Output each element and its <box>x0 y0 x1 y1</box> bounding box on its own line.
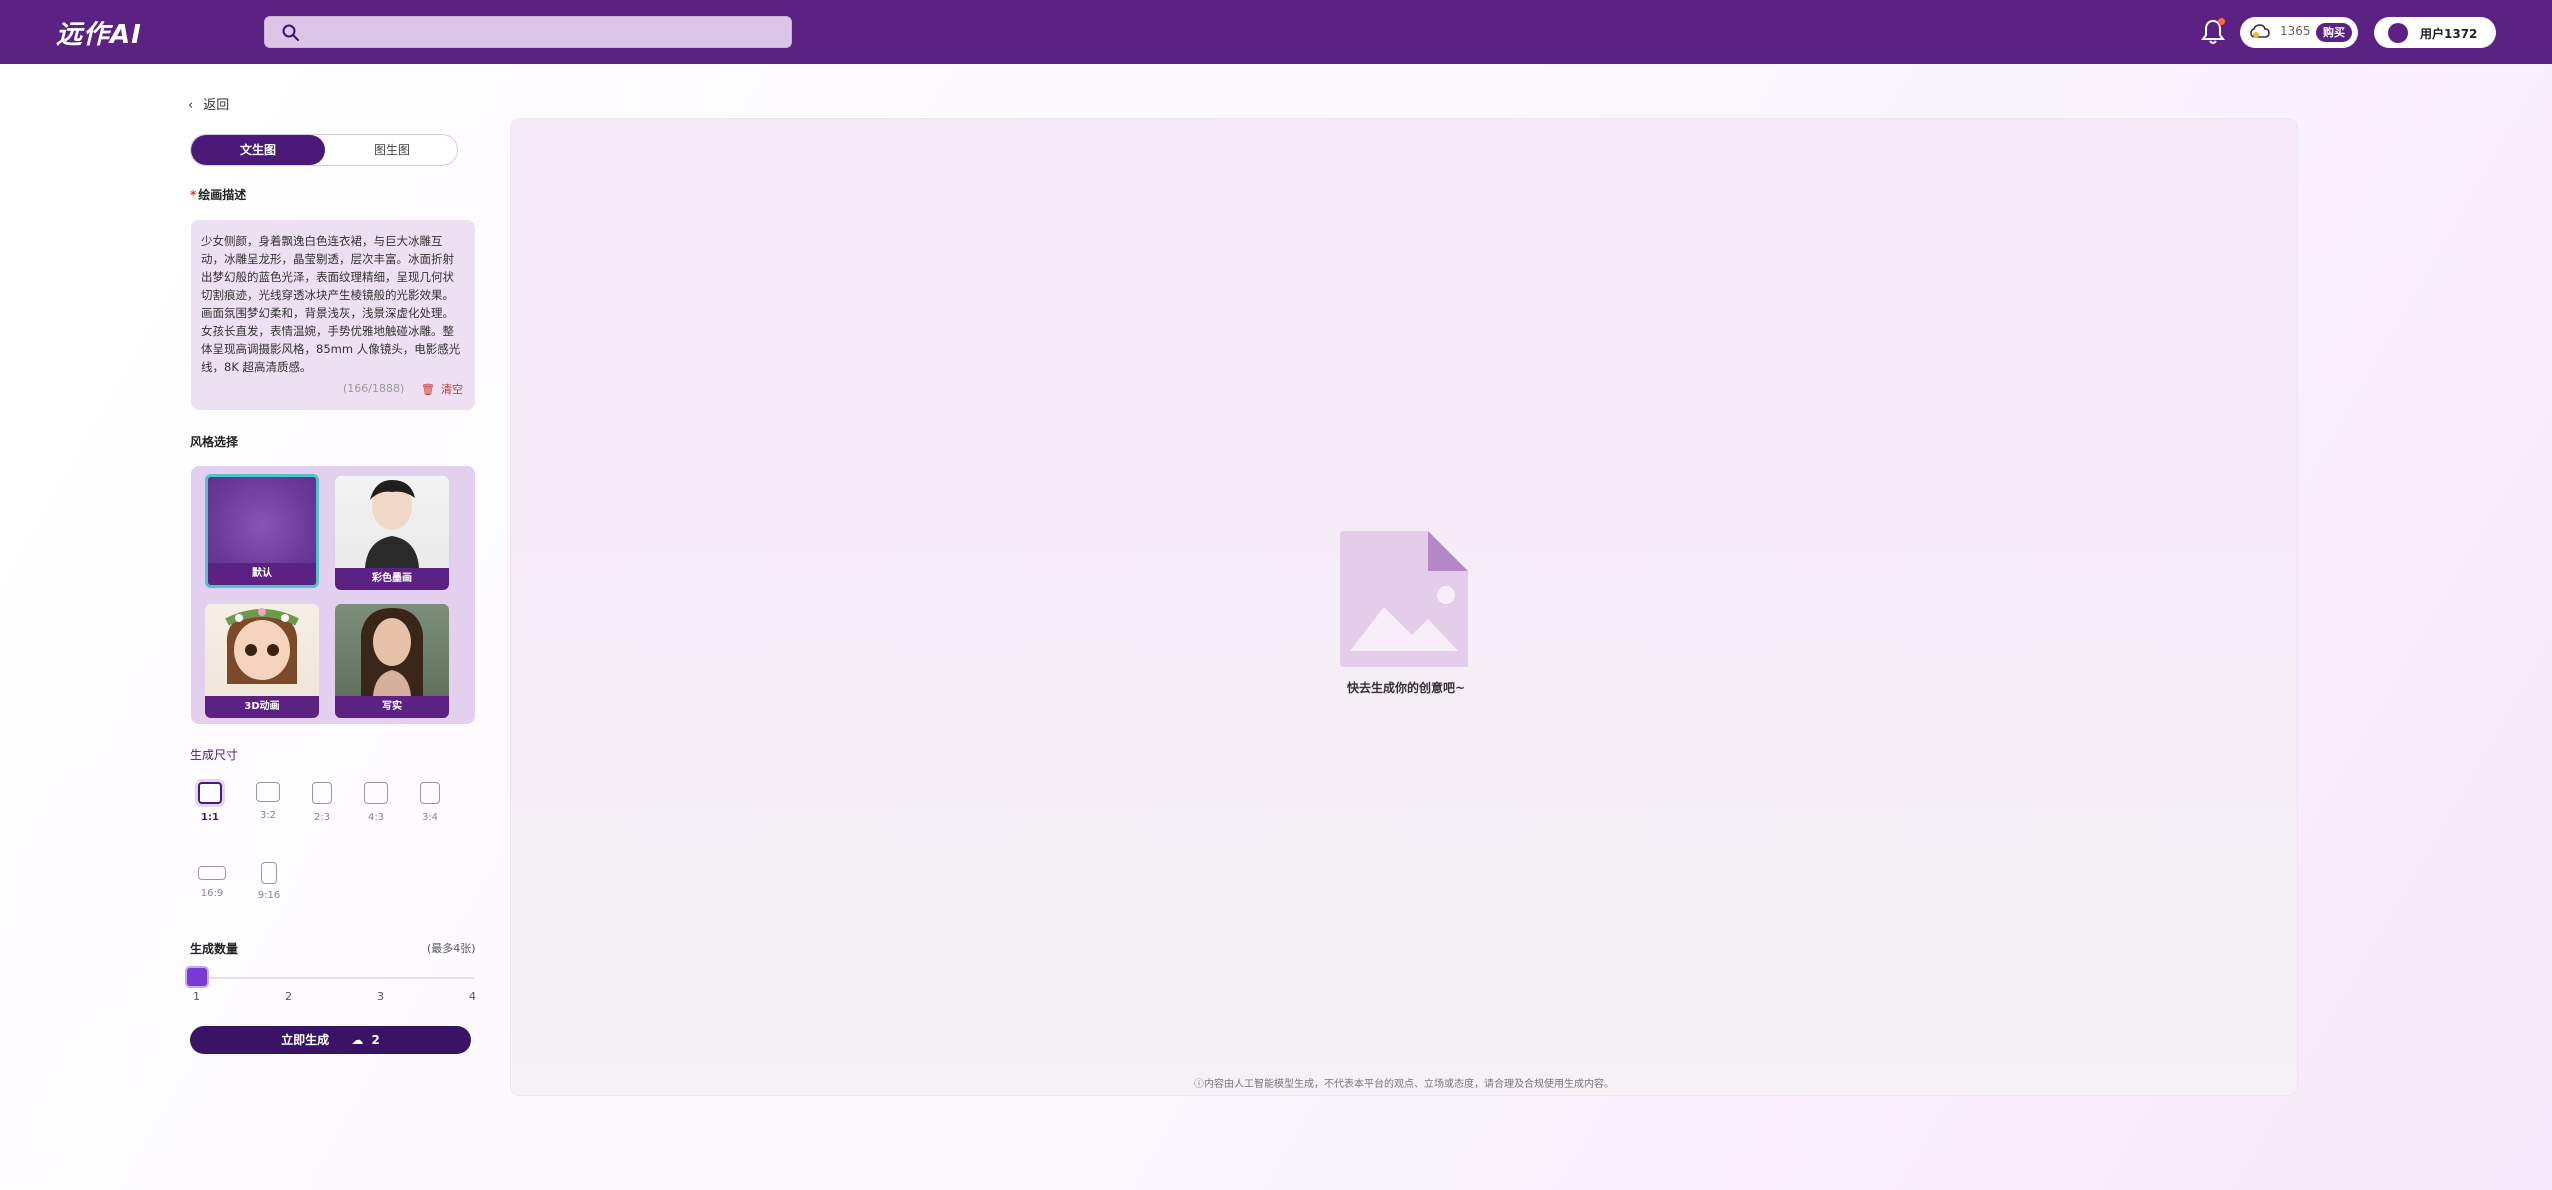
slider-tick: 4 <box>469 990 476 1003</box>
style-card-label: 写实 <box>335 696 449 718</box>
back-label: 返回 <box>203 98 230 113</box>
style-grid: 默认 彩色墨画 3D动画 写实 <box>191 466 475 724</box>
notification-dot <box>2218 18 2225 25</box>
credits-badge: 1365 购买 <box>2240 17 2358 48</box>
slider-tick: 2 <box>285 990 292 1003</box>
prompt-char-counter: (166/1888) <box>343 382 405 395</box>
image-placeholder-icon <box>1340 531 1468 667</box>
size-option-4-3[interactable]: 4:3 <box>360 782 392 823</box>
avatar <box>2388 23 2408 43</box>
size-option-label: 3:2 <box>259 810 277 821</box>
notification-bell[interactable] <box>2200 18 2226 46</box>
tab-image-to-image[interactable]: 图生图 <box>325 135 457 165</box>
search-icon <box>282 24 299 41</box>
portrait-female-image <box>361 608 423 696</box>
size-option-label: 4:3 <box>367 812 385 823</box>
clear-label: 清空 <box>440 383 463 396</box>
cartoon-girl-image <box>225 608 299 684</box>
cloud-icon: ☁ <box>351 1033 364 1047</box>
quantity-hint: (最多4张) <box>427 942 476 955</box>
back-button[interactable]: ‹ 返回 <box>188 94 229 113</box>
size-option-label: 2:3 <box>313 812 331 823</box>
style-card-label: 默认 <box>208 563 316 585</box>
size-shape <box>364 782 388 804</box>
clear-button[interactable]: 🗑 清空 <box>421 381 463 397</box>
username: 用户1372 <box>2420 27 2478 41</box>
generate-cost: 2 <box>371 1033 380 1047</box>
style-card-3d-animation[interactable]: 3D动画 <box>205 604 319 718</box>
portrait-male-image <box>365 480 419 568</box>
size-option-label: 3:4 <box>421 812 439 823</box>
style-card-default[interactable]: 默认 <box>205 474 319 588</box>
size-option-label: 16:9 <box>200 888 224 899</box>
slider-tick: 1 <box>193 990 200 1003</box>
style-card-label: 彩色墨画 <box>335 568 449 590</box>
user-menu[interactable]: 用户1372 <box>2374 17 2496 48</box>
size-option-1-1[interactable]: 1:1 <box>194 782 226 823</box>
quantity-slider-thumb[interactable] <box>185 966 209 988</box>
preview-panel: 快去生成你的创意吧~ ⓘ内容由人工智能模型生成，不代表本平台的观点、立场或态度，… <box>510 118 2298 1096</box>
empty-state-text: 快去生成你的创意吧~ <box>1346 681 1466 695</box>
size-option-16-9[interactable]: 16:9 <box>196 866 228 899</box>
prompt-text[interactable]: 少女侧颜，身着飘逸白色连衣裙，与巨大冰雕互动，冰雕呈龙形，晶莹剔透，层次丰富。冰… <box>201 232 465 376</box>
buy-button[interactable]: 购买 <box>2316 23 2352 42</box>
app-logo[interactable]: 远作AI <box>56 14 142 50</box>
size-shape <box>198 866 226 880</box>
style-card-ink-painting[interactable]: 彩色墨画 <box>335 476 449 590</box>
generate-button[interactable]: 立即生成 ☁ 2 <box>190 1026 471 1054</box>
size-shape <box>198 782 222 804</box>
mode-tabs: 文生图 图生图 <box>190 134 458 166</box>
required-mark: * <box>190 188 197 202</box>
size-option-label: 9:16 <box>257 890 281 901</box>
style-card-realistic[interactable]: 写实 <box>335 604 449 718</box>
size-shape <box>261 862 277 884</box>
size-shape <box>312 782 332 804</box>
credits-count: 1365 <box>2280 24 2311 38</box>
trash-icon: 🗑 <box>421 383 435 396</box>
size-option-label: 1:1 <box>201 812 219 823</box>
prompt-label-text: 绘画描述 <box>198 188 247 202</box>
quantity-label: 生成数量 <box>190 942 239 956</box>
size-label: 生成尺寸 <box>190 748 239 762</box>
style-label: 风格选择 <box>190 435 239 449</box>
prompt-input[interactable]: 少女侧颜，身着飘逸白色连衣裙，与巨大冰雕互动，冰雕呈龙形，晶莹剔透，层次丰富。冰… <box>191 220 475 410</box>
cloud-icon <box>2250 24 2270 38</box>
size-option-3-4[interactable]: 3:4 <box>414 782 446 823</box>
generate-label: 立即生成 <box>281 1033 330 1047</box>
top-navbar: 远作AI 1365 购买 用户1372 <box>0 0 2552 64</box>
slider-tick: 3 <box>377 990 384 1003</box>
size-option-9-16[interactable]: 9:16 <box>253 862 285 901</box>
size-option-2-3[interactable]: 2:3 <box>306 782 338 823</box>
search-bar[interactable] <box>264 16 792 48</box>
ai-disclaimer: ⓘ内容由人工智能模型生成，不代表本平台的观点、立场或态度，请合理及合规使用生成内… <box>1194 1079 1614 1090</box>
size-shape <box>256 782 280 802</box>
prompt-label: * 绘画描述 <box>190 186 246 203</box>
quantity-slider-track[interactable] <box>192 977 474 979</box>
style-card-label: 3D动画 <box>205 696 319 718</box>
size-option-3-2[interactable]: 3:2 <box>252 782 284 821</box>
tab-text-to-image[interactable]: 文生图 <box>191 135 325 165</box>
chevron-left-icon: ‹ <box>188 98 194 113</box>
size-shape <box>420 782 440 804</box>
